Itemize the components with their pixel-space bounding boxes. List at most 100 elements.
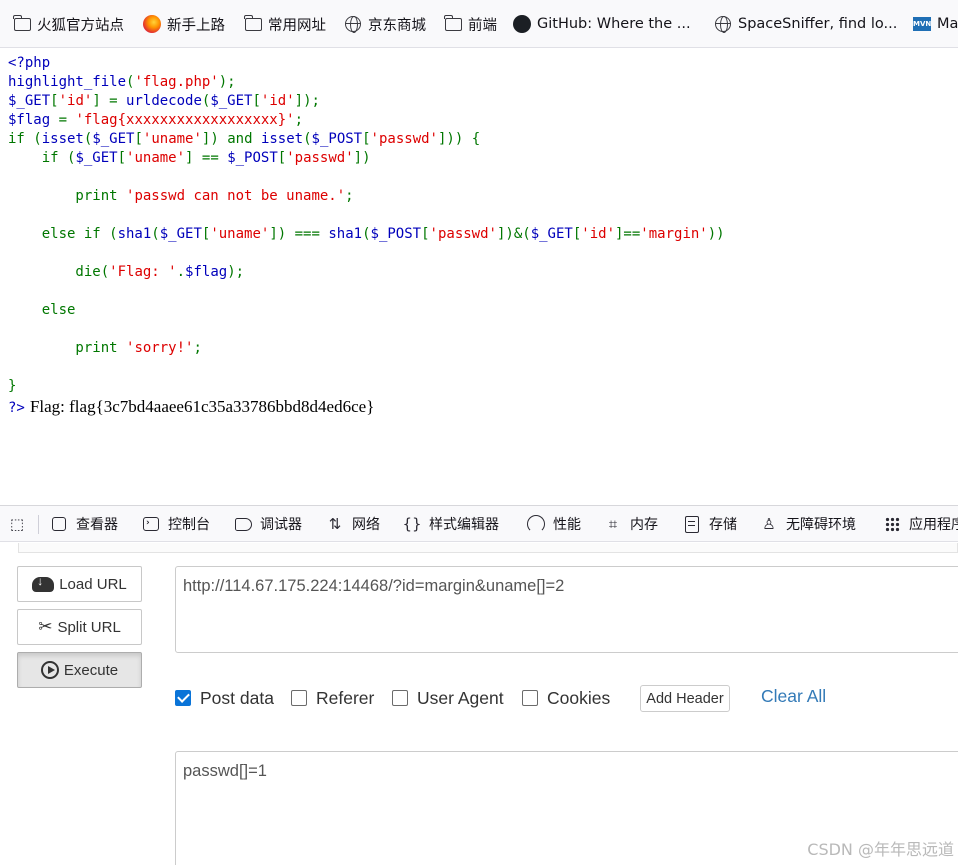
bookmark-folder-frontend[interactable]: 前端	[443, 12, 497, 36]
hackbar-top-strip	[18, 543, 958, 553]
tab-label: 网络	[352, 517, 380, 533]
bookmark-label: GitHub: Where the ...	[537, 16, 691, 32]
split-url-button[interactable]: ✂ Split URL	[17, 609, 142, 645]
bookmark-label: SpaceSniffer, find lo...	[738, 16, 898, 32]
bookmark-spacesniffer[interactable]: SpaceSniffer, find lo...	[714, 12, 897, 36]
bookmark-label: 京东商城	[368, 17, 426, 34]
tab-storage[interactable]: 存储	[683, 512, 737, 536]
code-token: ]);	[294, 93, 320, 109]
bookmark-jd[interactable]: 京东商城	[344, 12, 426, 36]
scissors-icon: ✂	[38, 617, 53, 637]
code-token: ]==	[615, 226, 641, 242]
tab-label: 应用程序	[909, 517, 958, 533]
tab-console[interactable]: › 控制台	[142, 512, 210, 536]
user-agent-toggle[interactable]: User Agent	[392, 684, 504, 712]
code-token: ;	[345, 188, 354, 204]
code-token: }	[8, 378, 17, 394]
code-token: 'flag.php'	[134, 74, 219, 90]
tab-style-editor[interactable]: {} 样式编辑器	[402, 512, 499, 536]
code-token: $_GET	[210, 93, 253, 109]
tab-label: 性能	[553, 517, 581, 533]
accessibility-icon: ♙	[762, 515, 776, 533]
code-token: ;	[193, 340, 202, 356]
console-icon: ›	[142, 515, 160, 533]
code-token: if (	[8, 150, 76, 166]
performance-icon	[527, 515, 545, 533]
play-icon	[40, 661, 59, 679]
tab-debugger[interactable]: 调试器	[234, 512, 302, 536]
code-token: ;	[294, 112, 304, 128]
network-icon: ⇅	[328, 515, 342, 533]
bookmark-getting-started[interactable]: 新手上路	[143, 12, 225, 36]
bookmark-label: 火狐官方站点	[37, 17, 124, 34]
code-token: 'passwd'	[286, 150, 354, 166]
code-token: 'passwd can not be uname.'	[126, 188, 346, 204]
option-label: Referer	[316, 687, 375, 708]
clear-all-link[interactable]: Clear All	[761, 686, 826, 707]
code-token: $_GET	[75, 150, 118, 166]
checkbox-icon[interactable]	[291, 690, 307, 706]
code-token: $_GET	[530, 226, 573, 242]
code-token: ]) ===	[269, 226, 329, 242]
code-token: ] ==	[185, 150, 228, 166]
post-data-toggle[interactable]: Post data	[175, 684, 274, 712]
code-token: die	[8, 264, 101, 280]
bookmark-folder-official[interactable]: 火狐官方站点	[12, 12, 124, 36]
add-header-button[interactable]: Add Header	[640, 685, 730, 712]
element-picker-button[interactable]: ⬚	[8, 512, 34, 536]
memory-icon: ⌗	[608, 515, 618, 533]
load-url-button[interactable]: Load URL	[17, 566, 142, 602]
bookmark-github[interactable]: GitHub: Where the ...	[513, 12, 691, 36]
code-line: if ($_GET['uname'] == $_POST['passwd'])	[8, 149, 725, 168]
tab-label: 查看器	[76, 517, 118, 533]
page-output: ?> Flag: flag{3c7bd4aaee61c35a33786bbd8d…	[8, 397, 374, 417]
code-token: ))	[707, 226, 725, 242]
code-token: <?php	[8, 55, 51, 71]
tab-accessibility[interactable]: ♙ 无障碍环境	[760, 512, 856, 536]
toolbar-divider	[38, 515, 39, 534]
code-token: (	[362, 226, 371, 242]
github-icon	[513, 15, 531, 33]
bookmark-label: 前端	[468, 17, 497, 34]
button-label: Execute	[63, 661, 119, 679]
php-closing-tag: ?>	[8, 400, 25, 416]
tab-network[interactable]: ⇅ 网络	[326, 512, 380, 536]
cookies-toggle[interactable]: Cookies	[522, 684, 610, 712]
tab-label: 存储	[709, 517, 737, 533]
referer-toggle[interactable]: Referer	[291, 684, 374, 712]
code-token: $flag	[8, 112, 59, 128]
code-line: if (isset($_GET['uname']) and isset($_PO…	[8, 130, 725, 149]
code-line: else	[8, 301, 725, 320]
url-input[interactable]: http://114.67.175.224:14468/?id=margin&u…	[175, 566, 958, 653]
bookmark-maven[interactable]: MVN Ma	[913, 12, 958, 36]
tab-performance[interactable]: 性能	[527, 512, 581, 536]
checkbox-icon[interactable]	[522, 690, 538, 706]
checkbox-checked-icon[interactable]	[175, 690, 191, 706]
code-token: );	[218, 74, 236, 90]
tab-application[interactable]: 应用程序	[883, 512, 958, 536]
code-token: ])) {	[437, 131, 481, 147]
button-label: Load URL	[59, 575, 127, 593]
tab-memory[interactable]: ⌗ 内存	[604, 512, 658, 536]
tab-label: 控制台	[168, 517, 210, 533]
folder-icon	[12, 14, 31, 33]
code-line: $flag = 'flag{xxxxxxxxxxxxxxxxxx}';	[8, 111, 725, 130]
folder-icon	[243, 14, 262, 33]
globe-icon	[344, 15, 362, 33]
code-line: highlight_file('flag.php');	[8, 73, 725, 92]
execute-button[interactable]: Execute	[17, 652, 142, 688]
checkbox-icon[interactable]	[392, 690, 408, 706]
code-token: ]) and	[201, 131, 261, 147]
bookmark-folder-common[interactable]: 常用网址	[243, 12, 326, 36]
tab-label: 内存	[630, 517, 658, 533]
code-token: 'id'	[58, 93, 93, 109]
code-token: isset	[41, 131, 84, 147]
tab-inspector[interactable]: 查看器	[50, 512, 118, 536]
option-label: User Agent	[417, 687, 504, 708]
code-token: 'flag{xxxxxxxxxxxxxxxxxx}'	[75, 112, 295, 128]
